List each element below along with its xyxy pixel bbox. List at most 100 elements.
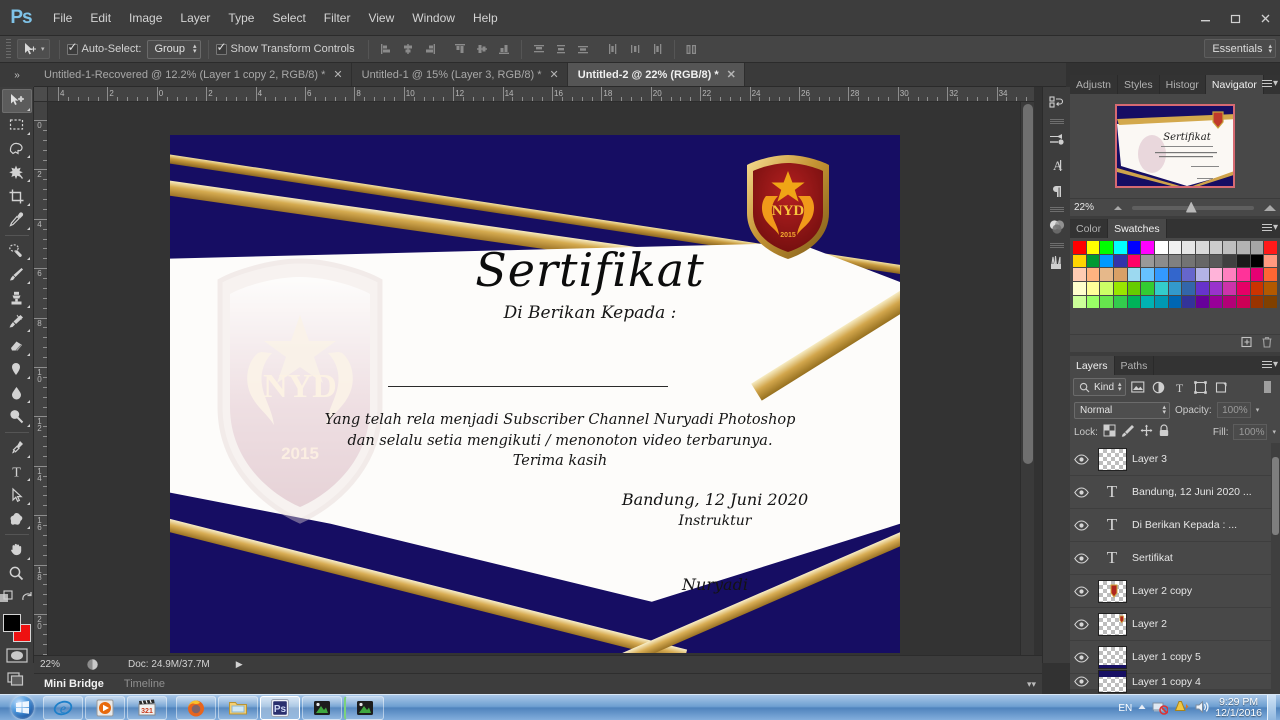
type-filter-icon[interactable]: T [1171,378,1189,396]
color-swatch[interactable] [1114,295,1127,309]
tab-layers[interactable]: Layers [1070,356,1115,375]
color-swatch[interactable] [1182,254,1196,268]
color-swatch[interactable] [1237,241,1250,254]
layer-visibility-toggle[interactable] [1070,618,1092,630]
show-desktop-button[interactable] [1267,695,1276,720]
show-transform-controls-checkbox[interactable] [215,41,227,55]
tab-paths[interactable]: Paths [1114,356,1155,375]
tray-clock[interactable]: 9:29 PM 12/1/2016 [1215,697,1262,719]
gradient-tool[interactable] [2,358,32,382]
color-swatch[interactable] [1209,254,1223,268]
layer-row[interactable]: Layer 2 [1070,608,1280,641]
dodge-tool[interactable] [2,405,32,429]
tab-adjustments[interactable]: Adjustn [1070,75,1119,94]
color-swatch[interactable] [1114,254,1127,268]
color-swatch[interactable] [1209,241,1223,254]
color-swatch[interactable] [1073,295,1086,309]
close-icon[interactable]: ✕ [550,68,559,81]
color-swatches[interactable] [2,614,31,643]
eyedropper-tool[interactable] [2,208,32,232]
status-zoom-value[interactable]: 22% [34,659,80,670]
color-swatch[interactable] [1086,295,1100,309]
color-swatch[interactable] [1182,295,1196,309]
color-panel-menu-icon[interactable]: ▾ [1261,222,1278,233]
document-tab-untitled-2[interactable]: Untitled-2 @ 22% (RGB/8) * ✕ [567,63,745,86]
align-horizontal-centers-icon[interactable] [398,39,418,59]
certificate-place-date[interactable]: Bandung, 12 Juni 2020 [550,490,880,509]
dock-grip[interactable] [1049,119,1064,125]
close-icon[interactable]: ✕ [727,68,736,81]
ruler-corner[interactable] [34,87,48,102]
crop-tool[interactable] [2,184,32,208]
auto-select-target-dropdown[interactable]: Group ▴ ▾ [147,39,201,59]
lock-position-icon[interactable] [1140,424,1153,440]
pixel-filter-icon[interactable] [1129,378,1147,396]
menu-edit[interactable]: Edit [81,7,120,29]
color-swatch[interactable] [1250,254,1264,268]
tool-presets-icon[interactable] [1045,126,1069,152]
status-expand-icon[interactable]: ▶ [236,659,243,670]
layer-name[interactable]: Layer 1 copy 4 [1132,676,1280,688]
layer-visibility-toggle[interactable] [1070,519,1092,531]
navigator-preview[interactable]: Sertifikat [1070,94,1280,198]
color-swatch[interactable] [1250,295,1264,309]
color-swatch[interactable] [1250,268,1264,282]
color-swatch[interactable] [1073,268,1086,282]
tab-swatches[interactable]: Swatches [1108,219,1167,238]
taskbar-mozilla-firefox[interactable] [176,695,216,720]
start-button[interactable] [2,696,42,720]
color-swatch[interactable] [1155,241,1168,254]
zoom-out-icon[interactable] [1114,205,1122,210]
close-icon[interactable]: ✕ [333,68,342,81]
hand-tool[interactable] [2,538,32,562]
certificate-role[interactable]: Instruktur [550,513,880,529]
layer-row[interactable]: Layer 2 copy [1070,575,1280,608]
zoom-in-icon[interactable] [1264,204,1276,211]
menu-window[interactable]: Window [403,7,464,29]
color-swatch[interactable] [1073,241,1086,254]
color-swatch[interactable] [1141,241,1155,254]
fill-value[interactable]: 100% [1233,424,1268,440]
brush-tool[interactable] [2,262,32,286]
status-preview-icon[interactable] [80,658,104,671]
color-swatch[interactable] [1168,241,1182,254]
taskbar-nvidia-app[interactable] [302,695,342,720]
foreground-color-swatch[interactable] [2,614,21,633]
color-swatch[interactable] [1209,268,1223,282]
history-brush-tool[interactable] [2,310,32,334]
color-swatch[interactable] [1114,282,1127,295]
align-left-edges-icon[interactable] [376,39,396,59]
distribute-top-edges-icon[interactable] [529,39,549,59]
color-swatch[interactable] [1168,295,1182,309]
distribute-left-edges-icon[interactable] [603,39,623,59]
color-swatch[interactable] [1182,282,1196,295]
auto-align-layers-icon[interactable] [682,39,702,59]
lock-transparent-pixels-icon[interactable] [1103,424,1116,440]
certificate-subtitle[interactable]: Di Berikan Kepada : [425,303,755,323]
scrollbar-thumb[interactable] [1272,457,1279,535]
color-swatch[interactable] [1086,254,1100,268]
color-swatch[interactable] [1141,268,1155,282]
color-swatch[interactable] [1264,295,1278,309]
zoom-tool[interactable] [2,562,32,586]
color-swatch[interactable] [1264,241,1278,254]
layer-name[interactable]: Layer 2 copy [1132,585,1280,597]
color-swatch[interactable] [1086,268,1100,282]
color-swatch[interactable] [1100,241,1114,254]
layer-row[interactable]: T Bandung, 12 Juni 2020 ... [1070,476,1280,509]
close-button[interactable] [1250,6,1280,30]
eraser-tool[interactable] [2,334,32,358]
color-swatch[interactable] [1127,268,1141,282]
layer-visibility-toggle[interactable] [1070,453,1092,465]
taskbar-screen-recorder[interactable] [344,695,384,720]
color-swatch[interactable] [1237,295,1250,309]
path-selection-tool[interactable] [2,483,32,507]
layer-visibility-toggle[interactable] [1070,585,1092,597]
navigator-panel-menu-icon[interactable]: ▾ [1261,78,1278,89]
paragraph-icon[interactable] [1045,178,1069,204]
tab-timeline[interactable]: Timeline [114,674,175,695]
distribute-right-edges-icon[interactable] [647,39,667,59]
tray-language[interactable]: EN [1118,703,1132,714]
color-swatch[interactable] [1141,295,1155,309]
pen-tool[interactable] [2,436,32,460]
